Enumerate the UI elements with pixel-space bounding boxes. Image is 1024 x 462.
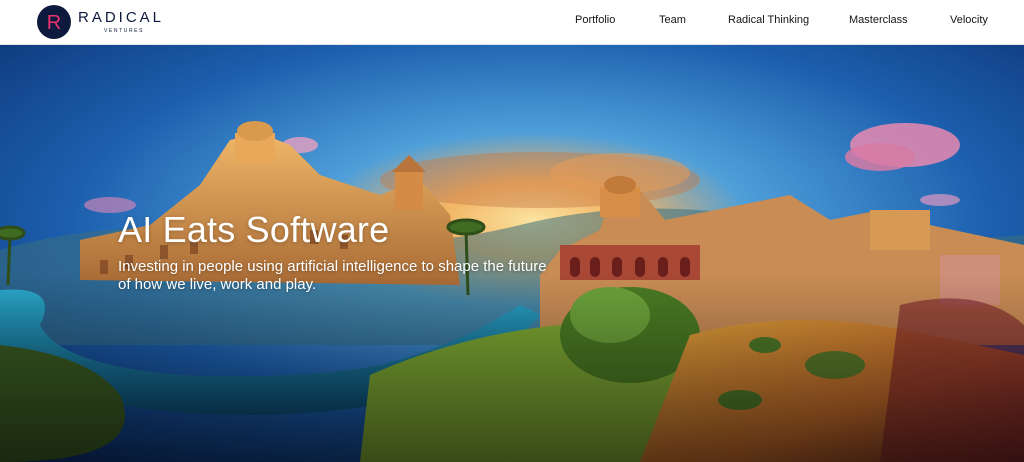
main-menu: Portfolio Team Radical Thinking Mastercl…	[0, 0, 1024, 45]
nav-link-velocity[interactable]: Velocity	[950, 14, 988, 26]
hero-banner: AI Eats Software Investing in people usi…	[0, 45, 1024, 462]
nav-link-portfolio[interactable]: Portfolio	[575, 14, 615, 26]
nav-link-team[interactable]: Team	[659, 14, 686, 26]
top-navigation-bar: R RADICAL VENTURES Portfolio Team Radica…	[0, 0, 1024, 45]
hero-subtitle: Investing in people using artificial int…	[118, 258, 547, 293]
nav-link-masterclass[interactable]: Masterclass	[849, 14, 908, 26]
hero-panorama-image	[0, 45, 1024, 462]
hero-title: AI Eats Software	[118, 209, 390, 250]
nav-link-radical-thinking[interactable]: Radical Thinking	[728, 14, 809, 26]
